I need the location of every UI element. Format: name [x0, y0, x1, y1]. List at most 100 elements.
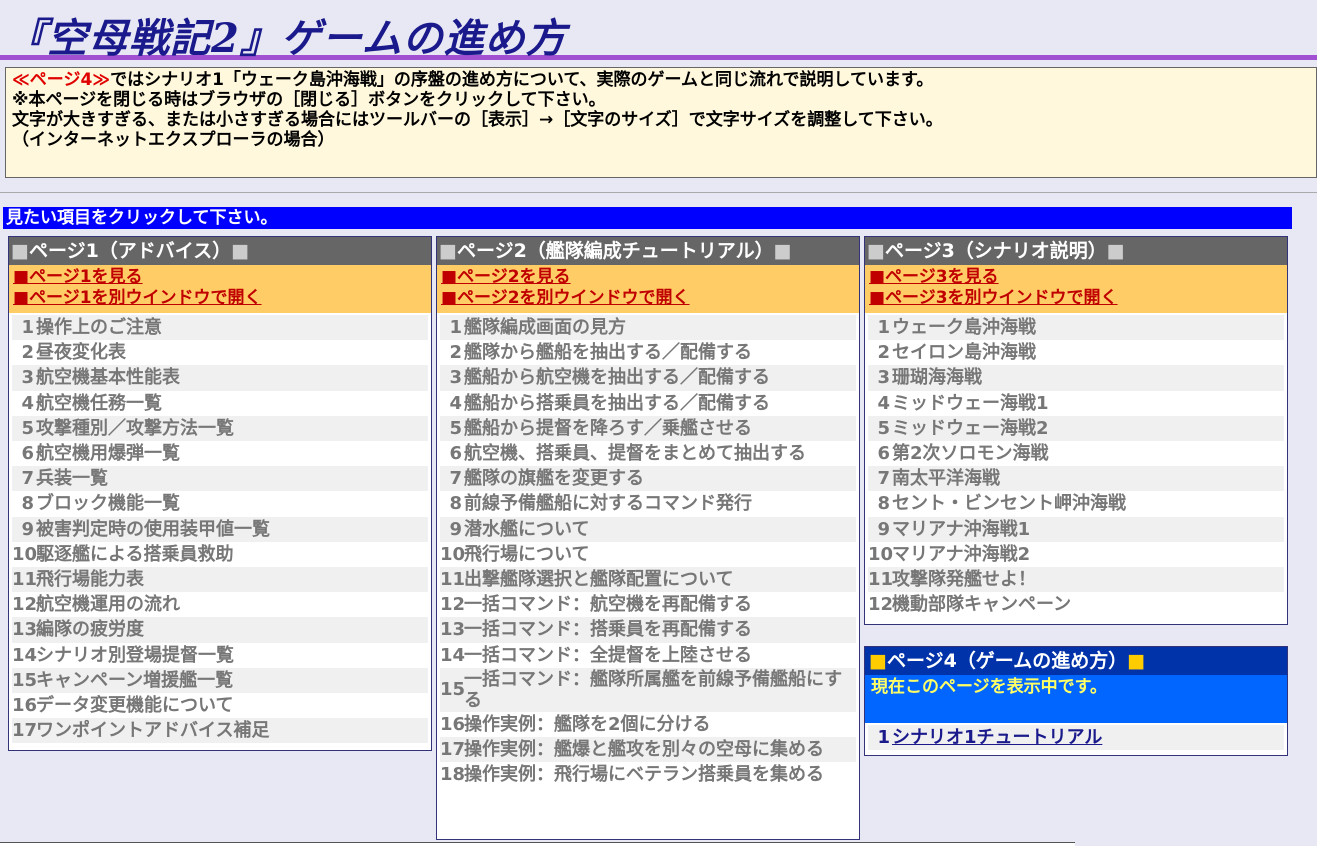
intro-line-2: ※本ページを閉じる時はブラウザの［閉じる］ボタンをクリックして下さい。	[12, 90, 606, 110]
list-item[interactable]: 5 攻撃種別／攻撃方法一覧	[12, 415, 428, 442]
item-number: 4	[877, 392, 890, 414]
list-item[interactable]: 13 一括コマンド：搭乗員を再配備する	[440, 617, 856, 643]
item-label: ミッドウェー海戦1	[892, 392, 1049, 414]
item-label: 一括コマンド：搭乗員を再配備する	[464, 619, 752, 641]
item-number: 16	[12, 695, 38, 717]
list-item[interactable]: 12 一括コマンド：航空機を再配備する	[440, 592, 856, 617]
item-number: 17	[12, 720, 38, 742]
list-item[interactable]: 9 潜水艦について	[440, 516, 856, 542]
page4-title: ページ4（ゲームの進め方）	[886, 650, 1128, 672]
item-label: 艦隊編成画面の見方	[464, 317, 626, 338]
item-label: 艦船から航空機を抽出する／配備する	[464, 367, 770, 389]
item-label: 操作実例：飛行場にベテラン搭乗員を集める	[464, 764, 824, 786]
list-item[interactable]: 14 一括コマンド：全提督を上陸させる	[440, 643, 856, 668]
list-item[interactable]: 10 マリアナ沖海戦2	[868, 542, 1284, 567]
item-number: 9	[449, 518, 462, 540]
item-label: 航空機基本性能表	[36, 367, 180, 389]
item-label: 駆逐艦による搭乗員救助	[36, 543, 234, 565]
list-item[interactable]: 10 飛行場について	[440, 542, 856, 567]
square-icon: ■	[869, 267, 886, 287]
item-label: 一括コマンド：艦隊所属艦を前線予備艦船にする	[464, 668, 843, 711]
page4-item-link[interactable]: シナリオ1チュートリアル	[892, 725, 1102, 750]
item-number: 2	[21, 342, 34, 364]
list-item[interactable]: 4 艦船から搭乗員を抽出する／配備する	[440, 391, 856, 416]
item-label: 昼夜変化表	[36, 342, 126, 364]
list-item[interactable]: 7 南太平洋海戦	[868, 466, 1284, 492]
item-number: 7	[449, 468, 462, 490]
page3-view-link[interactable]: ■ページ3を見る	[869, 267, 1283, 288]
list-item[interactable]: 16 データ変更機能について	[12, 693, 428, 718]
item-label: 珊瑚海海戦	[892, 367, 982, 389]
list-item[interactable]: 1 ウェーク島沖海戦	[868, 315, 1284, 341]
list-item[interactable]: 3 艦船から航空機を抽出する／配備する	[440, 365, 856, 391]
list-item[interactable]: 7 艦隊の旗艦を変更する	[440, 466, 856, 492]
list-item[interactable]: 6 航空機、搭乗員、提督をまとめて抽出する	[440, 441, 856, 466]
list-item[interactable]: 17 ワンポイントアドバイス補足	[12, 718, 428, 744]
list-item[interactable]: 15 キャンペーン増援艦一覧	[12, 667, 428, 694]
page1-title: ページ1（アドバイス）	[28, 240, 232, 262]
item-label: マリアナ沖海戦1	[892, 518, 1031, 540]
item-label: ブロック機能一覧	[36, 493, 180, 515]
item-number: 3	[449, 367, 462, 389]
list-item[interactable]: 9 マリアナ沖海戦1	[868, 516, 1284, 542]
list-item[interactable]: 10 駆逐艦による搭乗員救助	[12, 542, 428, 567]
page1-view-link[interactable]: ■ページ1を見る	[13, 267, 427, 288]
list-item[interactable]: 16 操作実例：艦隊を2個に分ける	[440, 712, 856, 737]
item-label: 南太平洋海戦	[892, 468, 1000, 490]
page1-header: ■ページ1（アドバイス）■	[9, 237, 431, 265]
list-item[interactable]: 11 飛行場能力表	[12, 567, 428, 593]
item-label: 操作実例：艦爆と艦攻を別々の空母に集める	[464, 739, 824, 761]
list-item[interactable]: 13 編隊の疲労度	[12, 617, 428, 643]
page3-title: ページ3（シナリオ説明）	[884, 240, 1107, 262]
item-number: 7	[21, 468, 34, 490]
list-item[interactable]: 17 操作実例：艦爆と艦攻を別々の空母に集める	[440, 737, 856, 763]
list-item[interactable]: 7 兵装一覧	[12, 466, 428, 492]
list-item[interactable]: 11 出撃艦隊選択と艦隊配置について	[440, 567, 856, 593]
list-item[interactable]: 8 前線予備艦船に対するコマンド発行	[440, 491, 856, 516]
list-item[interactable]: 14 シナリオ別登場提督一覧	[12, 643, 428, 668]
list-item[interactable]: 8 ブロック機能一覧	[12, 491, 428, 516]
list-item[interactable]: 9 被害判定時の使用装甲値一覧	[12, 516, 428, 542]
square-icon: ■	[1127, 650, 1146, 672]
page2-new-window-link[interactable]: ■ページ2を別ウインドウで開く	[441, 288, 855, 309]
page2-panel: ■ページ2（艦隊編成チュートリアル）■ ■ページ2を見る ■ページ2を別ウインド…	[436, 236, 860, 840]
list-item[interactable]: 6 第2次ソロモン海戦	[868, 441, 1284, 466]
divider	[0, 192, 1317, 193]
list-item[interactable]: 18 操作実例：飛行場にベテラン搭乗員を集める	[440, 762, 856, 787]
list-item[interactable]: 2 セイロン島沖海戦	[868, 340, 1284, 365]
page3-new-window-link[interactable]: ■ページ3を別ウインドウで開く	[869, 288, 1283, 309]
item-number: 1	[449, 317, 462, 338]
list-item[interactable]: 4 航空機任務一覧	[12, 391, 428, 416]
item-number: 9	[877, 518, 890, 540]
item-label: 被害判定時の使用装甲値一覧	[36, 518, 270, 540]
page1-new-window-link[interactable]: ■ページ1を別ウインドウで開く	[13, 288, 427, 309]
list-item[interactable]: 4 ミッドウェー海戦1	[868, 391, 1284, 416]
item-label: 操作実例：艦隊を2個に分ける	[464, 713, 711, 735]
list-item[interactable]: 6 航空機用爆弾一覧	[12, 441, 428, 466]
page1-panel: ■ページ1（アドバイス）■ ■ページ1を見る ■ページ1を別ウインドウで開く 1…	[8, 236, 432, 751]
list-item[interactable]: 1 艦隊編成画面の見方	[440, 315, 856, 341]
square-icon: ■	[11, 240, 29, 262]
list-item[interactable]: 5 艦船から提督を降ろす／乗艦させる	[440, 415, 856, 442]
list-item[interactable]: 15 一括コマンド：艦隊所属艦を前線予備艦船にする	[440, 667, 856, 712]
square-icon: ■	[867, 240, 885, 262]
item-number: 13	[440, 619, 466, 641]
page4-item[interactable]: 1 シナリオ1チュートリアル	[868, 725, 1284, 750]
page2-view-link[interactable]: ■ページ2を見る	[441, 267, 855, 288]
square-icon: ■	[869, 288, 886, 308]
item-number: 9	[21, 518, 34, 540]
list-item[interactable]: 5 ミッドウェー海戦2	[868, 415, 1284, 442]
item-number: 6	[449, 443, 462, 465]
list-item[interactable]: 2 昼夜変化表	[12, 340, 428, 365]
bottom-border	[0, 842, 1075, 846]
item-number: 4	[449, 392, 462, 414]
list-item[interactable]: 12 航空機運用の流れ	[12, 592, 428, 617]
list-item[interactable]: 1 操作上のご注意	[12, 315, 428, 341]
list-item[interactable]: 2 艦隊から艦船を抽出する／配備する	[440, 340, 856, 365]
list-item[interactable]: 3 航空機基本性能表	[12, 365, 428, 391]
list-item[interactable]: 12 機動部隊キャンペーン	[868, 592, 1284, 617]
list-item[interactable]: 8 セント・ビンセント岬沖海戦	[868, 491, 1284, 516]
list-item[interactable]: 3 珊瑚海海戦	[868, 365, 1284, 391]
item-label: 前線予備艦船に対するコマンド発行	[464, 493, 752, 515]
list-item[interactable]: 11 攻撃隊発艦せよ！	[868, 567, 1284, 593]
